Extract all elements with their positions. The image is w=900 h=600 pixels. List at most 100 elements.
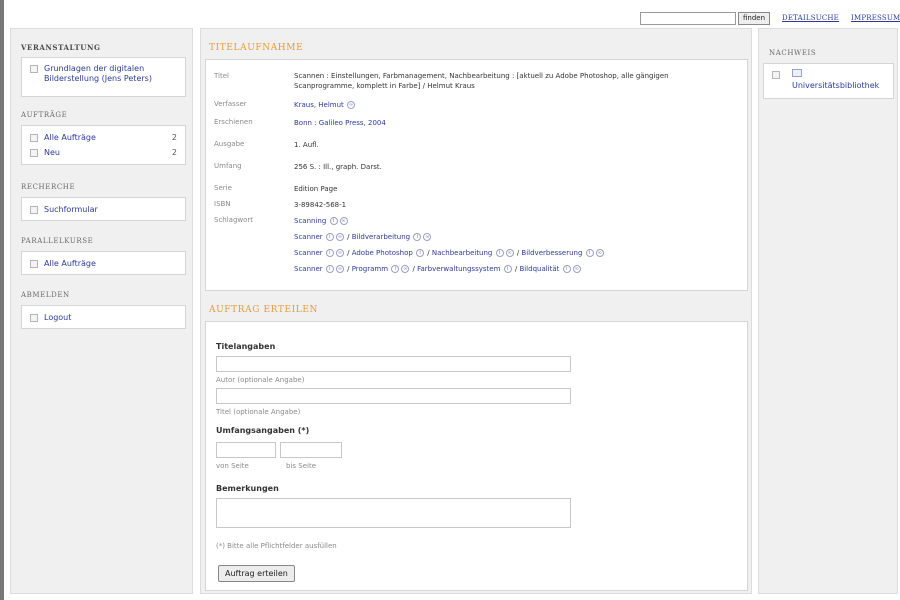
window-edge <box>0 0 4 600</box>
keyword-chain-3: Scanner i ∞ / Adobe Photoshop i / Nachbea… <box>294 249 604 257</box>
autor-hint: Autor (optionale Angabe) <box>216 376 305 384</box>
document-icon <box>30 149 38 157</box>
abmelden-box: Logout <box>21 305 186 329</box>
section-veranstaltung: VERANSTALTUNG <box>21 43 101 52</box>
row-label-titel: Titel <box>214 72 230 80</box>
sidebar-item-label: Alle Aufträge <box>44 259 96 268</box>
row-value-ausgabe: 1. Aufl. <box>294 141 319 149</box>
finden-button[interactable]: finden <box>738 11 771 25</box>
row-label-verfasser: Verfasser <box>214 100 247 108</box>
keyword-link[interactable]: Scanner <box>294 233 323 241</box>
sidebar-item-neu[interactable]: Neu <box>30 148 60 157</box>
keyword-link[interactable]: Scanning <box>294 217 326 225</box>
info-icon[interactable]: i <box>391 265 400 273</box>
von-seite-input[interactable] <box>216 442 276 458</box>
person-info-icon[interactable]: ∞ <box>335 249 344 257</box>
course-title-line2: Bilderstellung (Jens Peters) <box>44 74 152 83</box>
row-label-isbn: ISBN <box>214 200 231 208</box>
sidebar-item-suchformular[interactable]: Suchformular <box>30 205 98 214</box>
detailsuche-link[interactable]: DETAILSUCHE <box>782 14 839 22</box>
row-value-serie: Edition Page <box>294 185 338 193</box>
main-content: TITELAUFNAHME Titel Scannen : Einstellun… <box>200 28 752 594</box>
keyword-chain-4: Scanner i ∞ / Programm i ∞ / Farbverwaltun… <box>294 265 581 273</box>
info-icon[interactable]: i <box>325 265 334 273</box>
keyword-link[interactable]: Scanner <box>294 265 323 273</box>
auftrag-form-panel: Titelangaben Autor (optionale Angabe) Ti… <box>205 321 748 591</box>
person-info-icon[interactable]: ∞ <box>339 217 348 225</box>
section-parallelkurse: PARALLELKURSE <box>21 237 94 245</box>
row-label-serie: Serie <box>214 184 232 192</box>
left-sidebar: VERANSTALTUNG Grundlagen der digitalen B… <box>10 28 193 594</box>
keyword-link[interactable]: Scanner <box>294 249 323 257</box>
keyword-link[interactable]: Adobe Photoshop <box>352 249 413 257</box>
row-value-isbn: 3-89842-568-1 <box>294 201 347 209</box>
keyword-link[interactable]: Programm <box>352 265 388 273</box>
info-icon[interactable]: i <box>325 249 334 257</box>
umfang-label: Umfangsangaben (*) <box>216 426 310 435</box>
document-icon <box>30 314 38 322</box>
top-search-bar: finden DETAILSUCHE IMPRESSUM <box>640 10 900 26</box>
course-box: Grundlagen der digitalen Bilderstellung … <box>21 57 186 97</box>
row-label-schlagwort: Schlagwort <box>214 216 254 224</box>
quick-search-input[interactable] <box>640 11 736 25</box>
section-nachweis: NACHWEIS <box>769 49 817 57</box>
keyword-link[interactable]: Bildverarbeitung <box>352 233 410 241</box>
person-info-icon[interactable]: ∞ <box>572 265 581 273</box>
verfasser-link[interactable]: Kraus, Helmut <box>294 101 344 109</box>
parallelkurse-box: Alle Aufträge <box>21 251 186 275</box>
course-title-line1: Grundlagen der digitalen <box>44 64 145 73</box>
section-abmelden: ABMELDEN <box>21 291 70 299</box>
person-info-icon[interactable]: ∞ <box>595 249 604 257</box>
autor-input[interactable] <box>216 356 571 372</box>
row-label-umfang: Umfang <box>214 162 242 170</box>
library-icon <box>792 69 802 77</box>
info-icon[interactable]: i <box>562 265 571 273</box>
impressum-link[interactable]: IMPRESSUM <box>851 14 900 22</box>
row-label-erschienen: Erschienen <box>214 118 253 126</box>
document-icon <box>30 206 38 214</box>
nachweis-box: Universitätsbibliothek <box>763 63 894 99</box>
keyword-chain-2: Scanner i ∞ / Bildverarbeitung i ∞ <box>294 233 432 241</box>
row-value-titel: Scannen : Einstellungen, Farbmanagement,… <box>294 71 669 91</box>
row-value-verfasser[interactable]: Kraus, Helmut ∞ <box>294 100 356 110</box>
person-info-icon[interactable]: ∞ <box>423 233 432 241</box>
person-info-icon[interactable]: ∞ <box>401 265 410 273</box>
sidebar-item-logout[interactable]: Logout <box>30 313 71 322</box>
info-icon[interactable]: i <box>329 217 338 225</box>
person-info-icon[interactable]: ∞ <box>347 101 356 109</box>
document-icon <box>772 71 780 79</box>
titel-line2: Scanprogramme, komplett in Farbe] / Helm… <box>294 82 475 90</box>
bemerkungen-textarea[interactable] <box>216 498 571 528</box>
bis-seite-input[interactable] <box>280 442 342 458</box>
row-value-erschienen[interactable]: Bonn : Galileo Press, 2004 <box>294 118 386 128</box>
info-icon[interactable]: i <box>416 249 425 257</box>
titel-input[interactable] <box>216 388 571 404</box>
universitaetsbibliothek-link[interactable]: Universitätsbibliothek <box>792 81 879 90</box>
person-info-icon[interactable]: ∞ <box>335 265 344 273</box>
keyword-link[interactable]: Bildverbesserung <box>521 249 582 257</box>
info-icon[interactable]: i <box>585 249 594 257</box>
auftrag-erteilen-button[interactable]: Auftrag erteilen <box>218 565 295 582</box>
sidebar-item-parallel-alle[interactable]: Alle Aufträge <box>30 259 96 268</box>
neu-count: 2 <box>171 148 177 157</box>
bis-seite-label: bis Seite <box>286 462 317 470</box>
keyword-link[interactable]: Nachbearbeitung <box>432 249 492 257</box>
sidebar-item-label: Neu <box>44 148 60 157</box>
keyword-link[interactable]: Farbverwaltungssystem <box>417 265 500 273</box>
section-recherche: RECHERCHE <box>21 183 76 191</box>
info-icon[interactable]: i <box>495 249 504 257</box>
row-label-ausgabe: Ausgabe <box>214 140 245 148</box>
titelaufnahme-heading: TITELAUFNAHME <box>209 43 304 53</box>
titelaufnahme-panel: Titel Scannen : Einstellungen, Farbmanag… <box>205 59 748 291</box>
course-link[interactable]: Grundlagen der digitalen Bilderstellung … <box>30 64 152 84</box>
keyword-link[interactable]: Bildqualität <box>519 265 559 273</box>
info-icon[interactable]: i <box>325 233 334 241</box>
info-icon[interactable]: i <box>503 265 512 273</box>
person-info-icon[interactable]: ∞ <box>335 233 344 241</box>
alle-auftraege-count: 2 <box>171 133 177 142</box>
sidebar-item-alle-auftraege[interactable]: Alle Aufträge <box>30 133 96 142</box>
info-icon[interactable]: i <box>413 233 422 241</box>
row-value-umfang: 256 S. : Ill., graph. Darst. <box>294 163 382 171</box>
document-icon <box>30 260 38 268</box>
person-info-icon[interactable]: ∞ <box>505 249 514 257</box>
